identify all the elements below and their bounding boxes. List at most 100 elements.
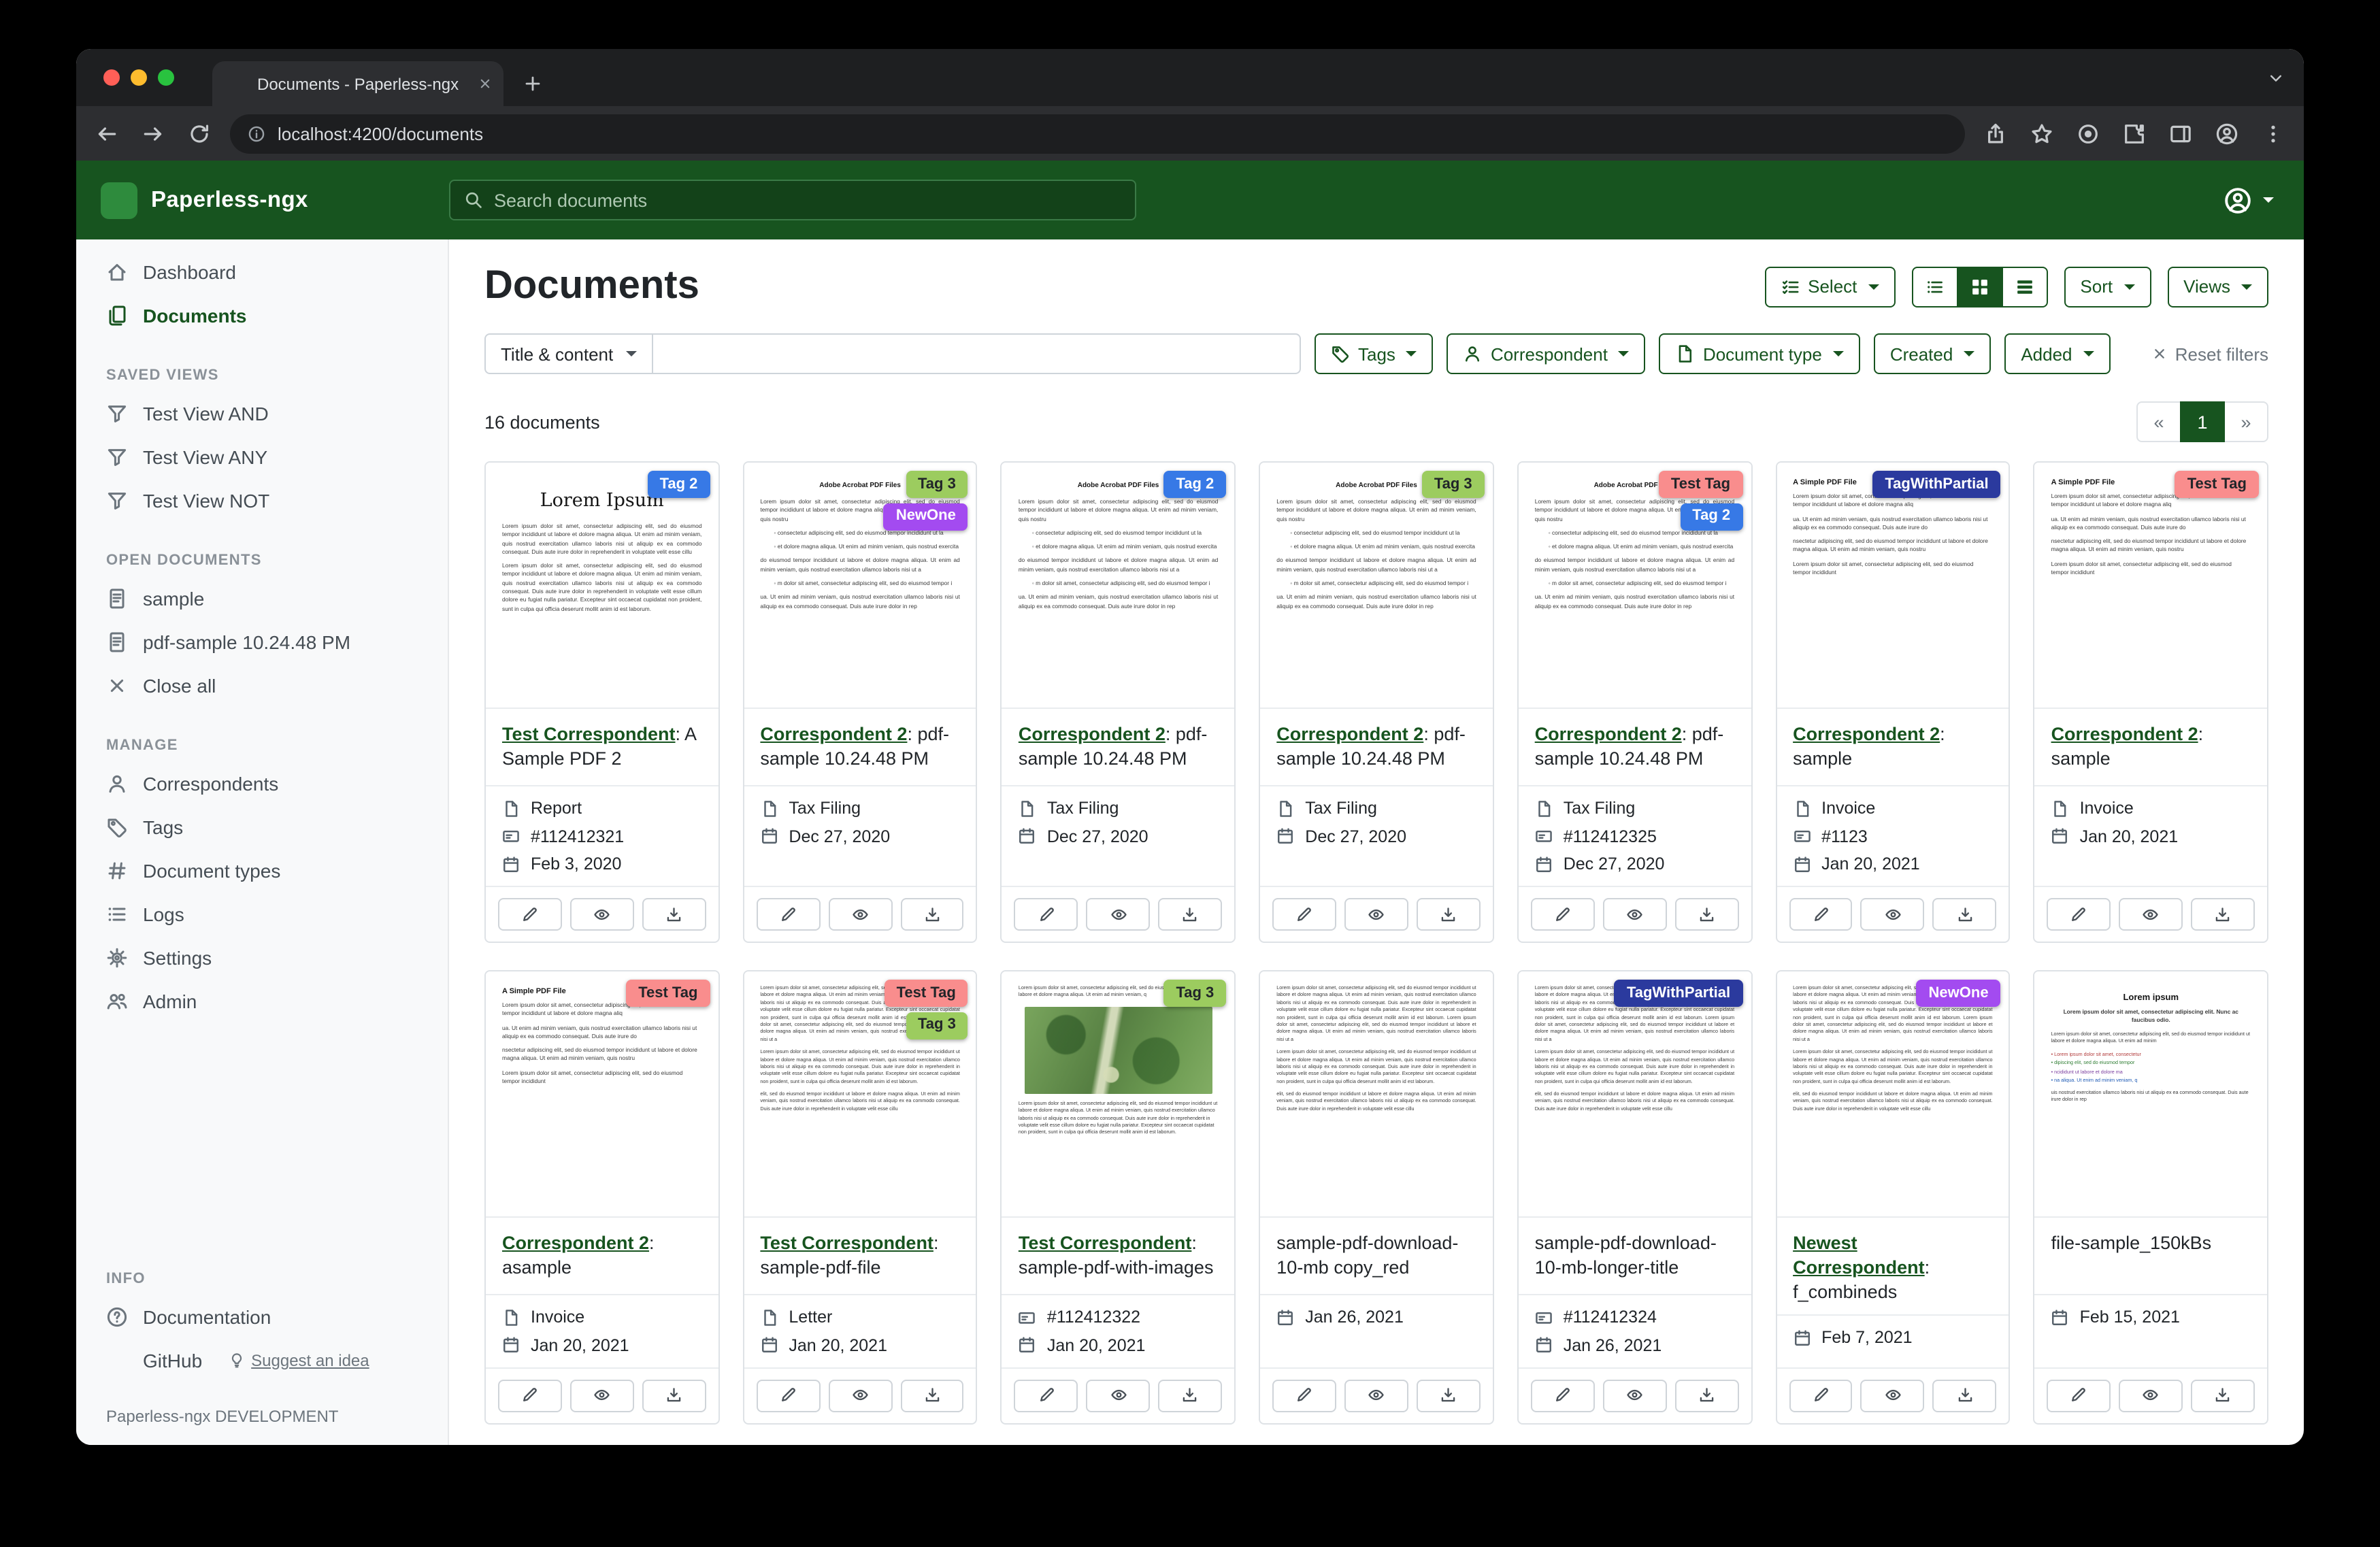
next-page-button[interactable]: »	[2224, 401, 2268, 442]
sidebar-item-tags[interactable]: Tags	[76, 805, 448, 849]
preview-document-button[interactable]	[828, 1379, 892, 1412]
correspondent-link[interactable]: Test Correspondent	[760, 1233, 933, 1253]
side-panel-button[interactable]	[2169, 122, 2192, 145]
preview-document-button[interactable]	[1087, 898, 1151, 931]
tag-badge-tag-3[interactable]: Tag 3	[1163, 980, 1226, 1007]
select-button[interactable]: Select	[1764, 266, 1895, 307]
edit-document-button[interactable]	[1531, 1379, 1595, 1412]
sidebar-item-test-view-any[interactable]: Test View ANY	[76, 435, 448, 479]
document-thumbnail[interactable]: Lorem ipsum dolor sit amet, consectetur …	[1519, 971, 1751, 1218]
edit-document-button[interactable]	[1789, 1379, 1853, 1412]
tag-badge-tag-2[interactable]: Tag 2	[1163, 471, 1226, 498]
tags-filter-button[interactable]: Tags	[1315, 333, 1434, 374]
forward-button[interactable]	[142, 122, 165, 145]
sidebar-item-logs[interactable]: Logs	[76, 893, 448, 936]
profile-button[interactable]	[2215, 122, 2238, 145]
sidebar-item-sample[interactable]: sample	[76, 577, 448, 620]
back-button[interactable]	[95, 122, 118, 145]
download-document-button[interactable]	[1158, 898, 1222, 931]
correspondent-link[interactable]: Correspondent 2	[760, 724, 907, 744]
detail-view-button[interactable]	[2001, 266, 2047, 307]
edit-document-button[interactable]	[498, 1379, 562, 1412]
browser-tab[interactable]: Documents - Paperless-ngx	[212, 61, 503, 106]
document-thumbnail[interactable]: Lorem ipsumLorem ipsum dolor sit amet, c…	[2035, 971, 2267, 1218]
preview-document-button[interactable]	[1087, 1379, 1151, 1412]
user-menu-button[interactable]	[2224, 186, 2274, 214]
download-document-button[interactable]	[1158, 1379, 1222, 1412]
correspondent-link[interactable]: Correspondent 2	[1793, 724, 1940, 744]
document-thumbnail[interactable]: Adobe Acrobat PDF FilesLorem ipsum dolor…	[1002, 463, 1234, 709]
sidebar-item-dashboard[interactable]: Dashboard	[76, 250, 448, 294]
tag-badge-test-tag[interactable]: Test Tag	[885, 980, 968, 1007]
download-document-button[interactable]	[642, 1379, 706, 1412]
zoom-window-button[interactable]	[158, 69, 174, 86]
new-tab-button[interactable]	[523, 73, 543, 94]
download-document-button[interactable]	[1674, 1379, 1738, 1412]
preview-document-button[interactable]	[1603, 1379, 1667, 1412]
tag-badge-tag-3[interactable]: Tag 3	[906, 1012, 968, 1039]
document-thumbnail[interactable]: Adobe Acrobat PDF FilesLorem ipsum dolor…	[1519, 463, 1751, 709]
download-document-button[interactable]	[1417, 898, 1481, 931]
reset-filters-button[interactable]: Reset filters	[2152, 344, 2268, 364]
document-thumbnail[interactable]: Adobe Acrobat PDF FilesLorem ipsum dolor…	[744, 463, 976, 709]
list-view-button[interactable]	[1911, 266, 1957, 307]
minimize-window-button[interactable]	[131, 69, 147, 86]
download-document-button[interactable]	[2191, 898, 2255, 931]
document-thumbnail[interactable]: A Simple PDF FileLorem ipsum dolor sit a…	[2035, 463, 2267, 709]
document-thumbnail[interactable]: Lorem ipsum dolor sit amet, consectetur …	[1002, 971, 1234, 1218]
correspondent-link[interactable]: Test Correspondent	[502, 724, 676, 744]
download-document-button[interactable]	[642, 898, 706, 931]
preview-document-button[interactable]	[2119, 898, 2183, 931]
document-thumbnail[interactable]: Lorem ipsum dolor sit amet, consectetur …	[1776, 971, 2009, 1218]
share-button[interactable]	[1984, 122, 2007, 145]
preview-document-button[interactable]	[1861, 1379, 1925, 1412]
browser-menu-button[interactable]	[2262, 122, 2285, 145]
document-thumbnail[interactable]: Lorem ipsum dolor sit amet, consectetur …	[1260, 971, 1492, 1218]
tag-badge-test-tag[interactable]: Test Tag	[626, 980, 710, 1007]
edit-document-button[interactable]	[1014, 898, 1078, 931]
download-document-button[interactable]	[900, 898, 964, 931]
correspondent-link[interactable]: Correspondent 2	[1535, 724, 1682, 744]
preview-document-button[interactable]	[1861, 898, 1925, 931]
sidebar-link-suggest-an-idea[interactable]: Suggest an idea	[228, 1351, 369, 1370]
added-filter-button[interactable]: Added	[2004, 333, 2110, 374]
preview-document-button[interactable]	[828, 898, 892, 931]
download-document-button[interactable]	[1674, 898, 1738, 931]
download-document-button[interactable]	[900, 1379, 964, 1412]
tag-badge-tag-3[interactable]: Tag 3	[1422, 471, 1485, 498]
document-thumbnail[interactable]: Adobe Acrobat PDF FilesLorem ipsum dolor…	[1260, 463, 1492, 709]
sidebar-item-documents[interactable]: Documents	[76, 294, 448, 337]
preview-document-button[interactable]	[1603, 898, 1667, 931]
edit-document-button[interactable]	[2047, 1379, 2111, 1412]
tag-badge-newone[interactable]: NewOne	[1917, 980, 2001, 1007]
edit-document-button[interactable]	[2047, 898, 2111, 931]
correspondent-link[interactable]: Test Correspondent	[1019, 1233, 1192, 1253]
preview-document-button[interactable]	[570, 898, 634, 931]
sidebar-item-github[interactable]: GitHubSuggest an idea	[76, 1339, 448, 1382]
previous-page-button[interactable]: «	[2136, 401, 2181, 442]
close-tab-icon[interactable]	[478, 76, 493, 91]
document-thumbnail[interactable]: A Simple PDF FileLorem ipsum dolor sit a…	[1776, 463, 2009, 709]
grid-view-button[interactable]	[1956, 266, 2002, 307]
tag-badge-tag-2[interactable]: Tag 2	[1680, 503, 1742, 531]
tag-badge-test-tag[interactable]: Test Tag	[2175, 471, 2259, 498]
search-input[interactable]	[494, 190, 1121, 210]
download-document-button[interactable]	[1933, 1379, 1997, 1412]
correspondent-link[interactable]: Correspondent 2	[1276, 724, 1423, 744]
edit-document-button[interactable]	[1531, 898, 1595, 931]
download-document-button[interactable]	[1933, 898, 1997, 931]
title-content-input[interactable]	[651, 333, 1301, 374]
edit-document-button[interactable]	[1272, 898, 1336, 931]
edit-document-button[interactable]	[1272, 1379, 1336, 1412]
sidebar-item-test-view-and[interactable]: Test View AND	[76, 392, 448, 435]
title-content-dropdown[interactable]: Title & content	[484, 333, 652, 374]
edit-document-button[interactable]	[1014, 1379, 1078, 1412]
tag-badge-tag-2[interactable]: Tag 2	[648, 471, 710, 498]
address-bar[interactable]: localhost:4200/documents	[230, 114, 1965, 153]
download-document-button[interactable]	[2191, 1379, 2255, 1412]
tab-search-button[interactable]	[2267, 69, 2285, 86]
preview-document-button[interactable]	[1344, 1379, 1408, 1412]
correspondent-link[interactable]: Correspondent 2	[1019, 724, 1166, 744]
extensions-button[interactable]	[2123, 122, 2146, 145]
document-thumbnail[interactable]: Lorem ipsum dolor sit amet, consectetur …	[744, 971, 976, 1218]
